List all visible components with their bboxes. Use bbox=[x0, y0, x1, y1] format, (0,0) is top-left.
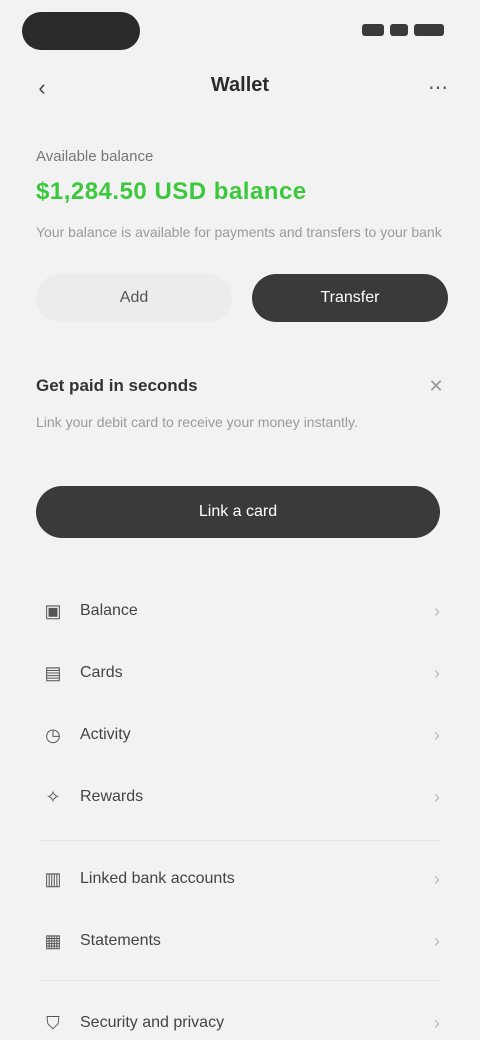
list-item[interactable]: ▥ Linked bank accounts › bbox=[0, 848, 480, 910]
balance-actions: Add Transfer bbox=[36, 274, 448, 322]
promo-title: Get paid in seconds bbox=[36, 376, 198, 395]
list-item-label: Linked bank accounts bbox=[80, 870, 235, 887]
status-bar bbox=[0, 0, 480, 60]
chevron-right-icon: › bbox=[434, 600, 440, 621]
add-money-button[interactable]: Add bbox=[36, 274, 232, 322]
divider bbox=[40, 840, 440, 841]
menu-list-primary: ▣ Balance › ▤ Cards › ◷ Activity › ✧ Rewards › bbox=[0, 580, 480, 828]
battery-icon bbox=[414, 24, 444, 36]
promo-text: Link your debit card to receive your mon… bbox=[36, 414, 358, 430]
status-icons bbox=[354, 22, 444, 38]
chevron-right-icon: › bbox=[434, 1012, 440, 1033]
list-item[interactable]: ◷ Activity › bbox=[0, 704, 480, 766]
chevron-right-icon: › bbox=[434, 930, 440, 951]
list-item[interactable]: ▤ Cards › bbox=[0, 642, 480, 704]
divider bbox=[40, 980, 440, 981]
shield-icon: ⛉ bbox=[46, 1013, 60, 1033]
list-item-label: Statements bbox=[80, 932, 161, 949]
close-icon[interactable]: ✕ bbox=[424, 376, 448, 397]
status-time-pill bbox=[22, 12, 140, 50]
balance-label: Available balance bbox=[36, 148, 154, 165]
chevron-right-icon: › bbox=[434, 724, 440, 745]
list-item[interactable]: ✧ Rewards › bbox=[0, 766, 480, 828]
signal-icon bbox=[362, 24, 384, 36]
wallet-icon: ▣ bbox=[44, 601, 62, 621]
more-icon[interactable]: ⋯ bbox=[424, 74, 452, 102]
chevron-right-icon: › bbox=[434, 662, 440, 683]
list-item[interactable]: ⛉ Security and privacy › bbox=[0, 992, 480, 1040]
link-card-button[interactable]: Link a card bbox=[36, 486, 440, 538]
list-item-label: Rewards bbox=[80, 788, 144, 805]
balance-note: Your balance is available for payments a… bbox=[36, 224, 442, 240]
statement-icon: ▦ bbox=[44, 931, 62, 951]
list-item[interactable]: ▦ Statements › bbox=[0, 910, 480, 972]
chevron-right-icon: › bbox=[434, 868, 440, 889]
list-item-label: Cards bbox=[80, 664, 123, 681]
balance-card: Available balance $1,284.50 USD balance … bbox=[36, 148, 448, 262]
list-item-label: Security and privacy bbox=[80, 1014, 225, 1031]
menu-list-security: ⛉ Security and privacy › bbox=[0, 992, 480, 1040]
list-item[interactable]: ▣ Balance › bbox=[0, 580, 480, 642]
list-item-label: Balance bbox=[80, 602, 138, 619]
list-item-label: Activity bbox=[80, 726, 131, 743]
bank-icon: ▥ bbox=[44, 869, 62, 889]
wifi-icon bbox=[390, 24, 408, 36]
history-icon: ◷ bbox=[45, 725, 61, 745]
page-title: Wallet bbox=[210, 74, 270, 96]
back-arrow-icon[interactable]: ‹ bbox=[28, 74, 56, 102]
chevron-right-icon: › bbox=[434, 786, 440, 807]
balance-value: $1,284.50 USD balance bbox=[36, 178, 307, 205]
nav-bar: ‹ Wallet ⋯ bbox=[0, 60, 480, 116]
gift-icon: ✧ bbox=[45, 787, 61, 807]
card-icon: ▤ bbox=[44, 663, 62, 683]
promo-card: Get paid in seconds ✕ Link your debit ca… bbox=[36, 372, 448, 456]
transfer-button[interactable]: Transfer bbox=[252, 274, 448, 322]
menu-list-accounts: ▥ Linked bank accounts › ▦ Statements › bbox=[0, 848, 480, 972]
